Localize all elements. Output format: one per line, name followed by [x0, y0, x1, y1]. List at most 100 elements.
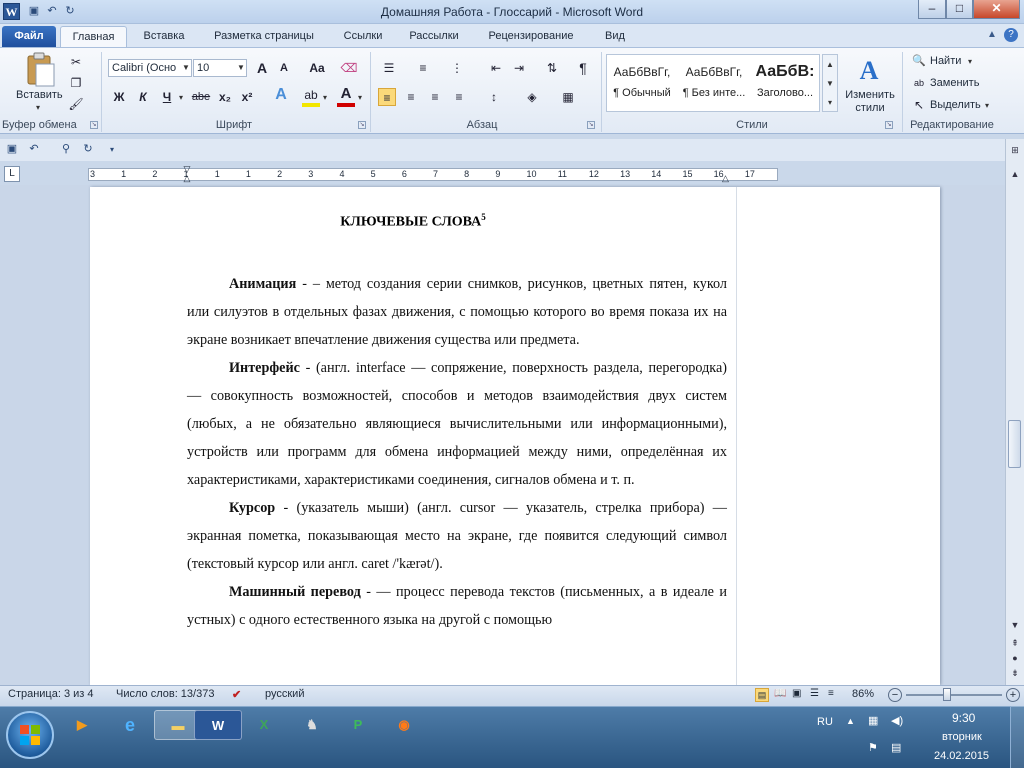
help-icon[interactable]: ? [1004, 28, 1018, 42]
scroll-thumb[interactable] [1008, 420, 1021, 468]
borders-icon[interactable]: ▦ [559, 88, 577, 106]
decrease-indent-icon[interactable]: ⇤ [487, 59, 505, 77]
style-no-spacing[interactable]: АаБбВвГг, ¶ Без инте... [678, 57, 750, 109]
page-count[interactable]: Страница: 3 из 4 [8, 688, 94, 700]
clipboard-launcher-icon[interactable]: ↘ [90, 121, 98, 129]
media-player-icon[interactable]: ▶ [58, 710, 106, 740]
format-painter-icon[interactable]: 🖌 [67, 95, 85, 113]
excel-icon[interactable]: X [240, 710, 288, 740]
zoom-in-button[interactable]: + [1006, 688, 1020, 702]
customize-qat-icon[interactable]: ▾ [104, 142, 120, 157]
line-spacing-icon[interactable]: ↕ [485, 88, 503, 106]
align-center-icon[interactable]: ≡ [402, 88, 420, 106]
tab-references[interactable]: Ссылки [332, 26, 394, 47]
styles-launcher-icon[interactable]: ↘ [885, 121, 893, 129]
paste-dropdown-icon[interactable]: ▾ [36, 103, 40, 112]
superscript-button[interactable]: x² [238, 88, 256, 106]
full-screen-reading-icon[interactable]: 📖 [774, 688, 786, 699]
print-layout-icon[interactable]: ▤ [755, 688, 769, 702]
indent-marker-icon[interactable]: ▽ △ [182, 165, 192, 185]
show-hidden-icons-icon[interactable]: ▲ [846, 716, 855, 726]
highlight-icon[interactable]: ab [302, 86, 320, 104]
vertical-scrollbar[interactable] [1005, 139, 1024, 685]
web-layout-icon[interactable]: ▣ [792, 688, 801, 699]
zoom-slider-track[interactable] [906, 694, 1002, 696]
select-button[interactable]: Выделить [930, 99, 981, 111]
next-page-icon[interactable]: ⇟ [1007, 666, 1023, 681]
change-case-icon[interactable]: Aa [305, 59, 329, 77]
cut-icon[interactable]: ✂ [67, 53, 85, 71]
replace-button[interactable]: Заменить [930, 77, 979, 89]
select-dropdown-icon[interactable]: ▾ [985, 101, 989, 110]
zoom-out-button[interactable]: − [888, 688, 902, 702]
find-dropdown-icon[interactable]: ▾ [968, 57, 972, 66]
language-indicator-tray[interactable]: RU [817, 716, 833, 728]
grow-font-icon[interactable]: A [253, 59, 271, 77]
bullets-icon[interactable]: ☰ [380, 59, 398, 77]
zoom-level[interactable]: 86% [852, 688, 874, 700]
action-center-flag-icon[interactable]: ⚑ [868, 741, 878, 754]
change-styles-button[interactable]: Изменить стили [842, 89, 898, 115]
change-styles-icon[interactable]: A [852, 54, 886, 88]
volume-icon[interactable]: ◀) [891, 714, 903, 727]
underline-button[interactable]: Ч [158, 88, 176, 106]
clear-formatting-icon[interactable]: ⌫ [340, 59, 358, 77]
zoom-slider-thumb[interactable] [943, 688, 951, 701]
internet-explorer-icon[interactable]: e [106, 710, 154, 740]
tab-home[interactable]: Главная [60, 26, 127, 47]
network-status-icon[interactable]: ▤ [891, 741, 901, 754]
publisher-icon[interactable]: P [334, 710, 382, 740]
maximize-button[interactable]: □ [946, 0, 973, 19]
prev-page-icon[interactable]: ⇞ [1007, 636, 1023, 651]
clock-day[interactable]: вторник [942, 731, 982, 743]
paste-icon[interactable] [22, 52, 58, 88]
find-button[interactable]: Найти [930, 55, 961, 67]
proofing-icon[interactable]: ✔ [232, 688, 241, 701]
multilevel-list-icon[interactable]: ⋮ [448, 59, 466, 77]
font-color-icon[interactable]: A [337, 85, 355, 103]
style-normal[interactable]: АаБбВвГг, ¶ Обычный [607, 57, 677, 109]
find-icon[interactable]: 🔍 [910, 52, 928, 70]
document-heading[interactable]: КЛЮЧЕВЫЕ СЛОВА5 [90, 212, 736, 231]
collapse-ribbon-icon[interactable]: ▲ [985, 28, 999, 42]
tab-selector[interactable]: L [4, 166, 20, 182]
font-name-dropdown-icon[interactable]: ▼ [182, 63, 190, 72]
show-desktop-button[interactable] [1010, 706, 1024, 768]
shading-icon[interactable]: ◈ [523, 88, 541, 106]
font-launcher-icon[interactable]: ↘ [358, 121, 366, 129]
tab-page-layout[interactable]: Разметка страницы [203, 26, 325, 47]
show-formatting-button[interactable]: ¶ [574, 59, 592, 77]
language-indicator[interactable]: русский [265, 688, 304, 700]
undo-icon[interactable]: ↶ [26, 142, 42, 157]
strikethrough-button[interactable]: abe [190, 88, 212, 106]
minimize-button[interactable]: – [918, 0, 946, 19]
start-button[interactable] [6, 711, 54, 759]
tab-mailings[interactable]: Рассылки [399, 26, 469, 47]
select-icon[interactable]: ↖ [910, 96, 928, 114]
tab-review[interactable]: Рецензирование [477, 26, 585, 47]
tab-view[interactable]: Вид [595, 26, 635, 47]
draft-icon[interactable]: ≡ [828, 688, 834, 699]
font-name-combo[interactable]: Calibri (Осно [108, 59, 192, 77]
sort-icon[interactable]: ⇅ [543, 59, 561, 77]
word-count[interactable]: Число слов: 13/373 [116, 688, 214, 700]
underline-dropdown-icon[interactable]: ▾ [179, 93, 183, 102]
network-icon[interactable]: ▦ [868, 714, 878, 727]
shrink-font-icon[interactable]: A [275, 59, 293, 77]
replace-icon[interactable]: ab [910, 74, 928, 92]
align-right-icon[interactable]: ≡ [426, 88, 444, 106]
browse-object-icon[interactable]: ● [1007, 651, 1023, 666]
close-button[interactable]: ✕ [973, 0, 1020, 19]
ruler-view-toggle-icon[interactable]: ⊞ [1007, 143, 1023, 158]
numbering-icon[interactable]: ≡ [414, 59, 432, 77]
clock-date[interactable]: 24.02.2015 [934, 750, 989, 762]
styles-scroll[interactable]: ▲ ▼ ▾ [822, 54, 838, 112]
paragraph-launcher-icon[interactable]: ↘ [587, 121, 595, 129]
paste-button[interactable]: Вставить [16, 89, 63, 101]
tab-file[interactable]: Файл [2, 26, 56, 47]
tab-insert[interactable]: Вставка [133, 26, 195, 47]
style-heading1[interactable]: АаБбВ: Заголово... [751, 57, 819, 109]
highlight-dropdown-icon[interactable]: ▾ [323, 93, 327, 102]
outline-icon[interactable]: ☰ [810, 688, 819, 699]
bold-button[interactable]: Ж [110, 88, 128, 106]
